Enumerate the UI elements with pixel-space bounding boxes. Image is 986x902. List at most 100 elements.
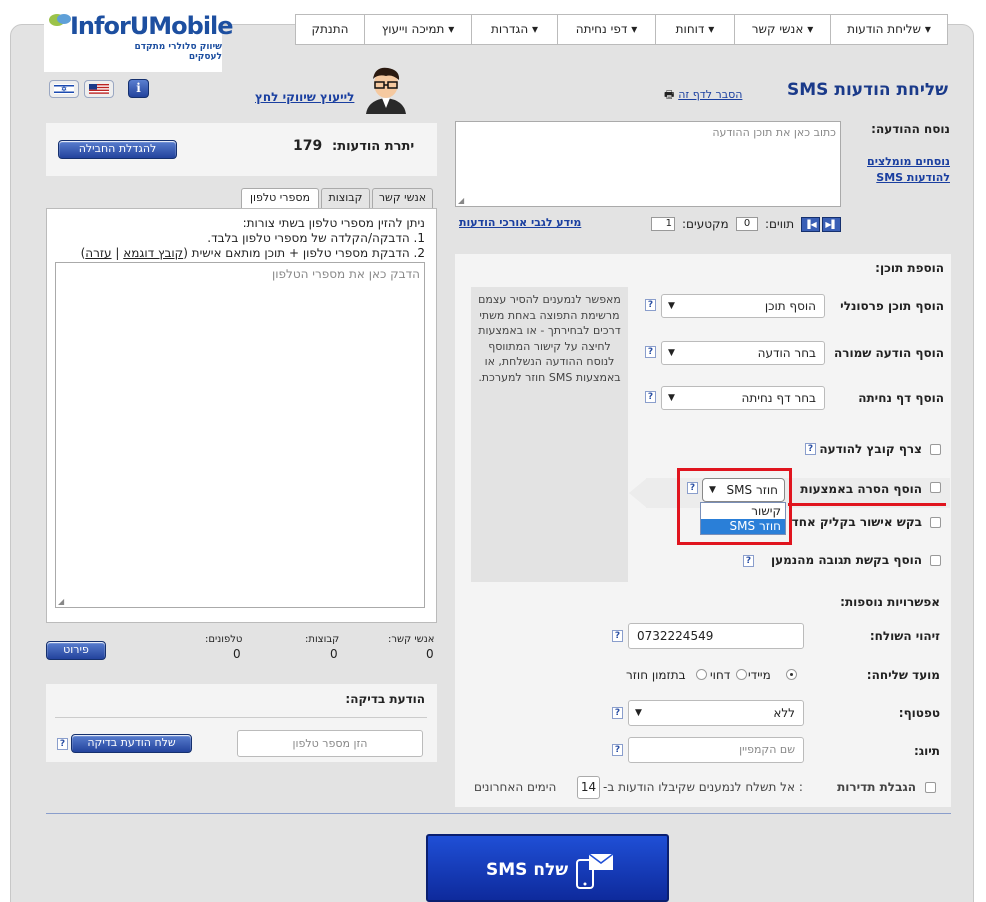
recipients-instructions: ניתן להזין מספרי טלפון בשתי צורות: (242, 216, 425, 230)
frequency-text-1: : אל תשלח לנמענים שקיבלו הודעות ב- (603, 780, 803, 794)
send-sms-label: שלח SMS (486, 860, 569, 880)
attach-file-checkbox[interactable] (930, 444, 941, 455)
message-label: נוסח ההודעה: (871, 122, 950, 136)
test-phone-input[interactable]: הזן מספר טלפון (237, 730, 423, 757)
attach-file-label: צרף קובץ להודעה (819, 442, 922, 456)
throttle-select[interactable]: ▼ ללא (628, 700, 804, 726)
logo[interactable]: InforUMobile שיווק סלולרי מתקדם לעסקים (44, 6, 234, 72)
nav-logout[interactable]: התנתק (295, 14, 365, 45)
frequency-checkbox[interactable] (925, 782, 936, 793)
logo-brand: InforUMobile (70, 12, 234, 40)
tab-phone-numbers[interactable]: מספרי טלפון (241, 188, 319, 209)
nav-settings[interactable]: ▾ הגדרות (471, 14, 558, 45)
help-icon[interactable]: ? (612, 630, 623, 642)
chevron-down-icon: ▼ (668, 393, 675, 403)
help-icon[interactable]: ? (57, 738, 68, 750)
printer-icon: 🖶 (664, 88, 675, 101)
help-icon[interactable]: ? (645, 346, 656, 358)
logo-bubble-icon (48, 12, 72, 30)
timing-label: מועד שליחה: (866, 668, 940, 682)
send-sms-button[interactable]: שלח SMS (426, 834, 669, 902)
flag-us-icon[interactable] (84, 80, 114, 98)
help-icon[interactable]: ? (805, 443, 816, 455)
nav-contacts[interactable]: ▾ אנשי קשר (734, 14, 831, 45)
select-value: ללא (773, 706, 795, 720)
tab-contacts[interactable]: אנשי קשר (372, 188, 433, 208)
timing-now-radio[interactable] (786, 669, 797, 680)
recommended-texts-link[interactable]: נוסחים מומלצים להודעות SMS (867, 154, 950, 186)
textarea-nav-last-icon[interactable]: ▐◀ (801, 217, 820, 232)
count-contacts-value: 0 (426, 647, 434, 661)
removal-label: הוסף הסרה באמצעות (800, 482, 922, 496)
saved-message-label: הוסף הודעה שמורה (834, 346, 944, 360)
segments-label: מקטעים: (682, 217, 729, 231)
tab-groups[interactable]: קבוצות (321, 188, 370, 208)
balance-value: 179 (293, 138, 323, 154)
message-textarea[interactable]: כתוב כאן את תוכן ההודעה ◢ (455, 121, 841, 207)
timing-delayed-radio[interactable] (736, 669, 747, 680)
segments-counter: 1 (651, 217, 675, 231)
frequency-label-bold: הגבלת תדירות (837, 780, 916, 794)
page-help-text: הסבר לדף זה (678, 88, 743, 101)
chars-counter: 0 (736, 217, 758, 231)
frequency-text-2: הימים האחרונים (474, 780, 557, 794)
sender-input[interactable]: 0732224549 (628, 623, 804, 649)
nav-reports[interactable]: ▾ דוחות (655, 14, 735, 45)
timing-return-radio[interactable] (696, 669, 707, 680)
option-2-text: 2. הדבקת מספרי טלפון + תוכן מותאם אישית … (183, 246, 425, 260)
nav-landing-pages[interactable]: ▾ דפי נחיתה (557, 14, 656, 45)
message-placeholder: כתוב כאן את תוכן ההודעה (712, 126, 836, 139)
tag-label: תיוג: (913, 744, 940, 758)
sender-value: 0732224549 (637, 629, 714, 643)
count-phones-value: 0 (233, 647, 241, 661)
consult-link[interactable]: לייעוץ שיווקי לחץ (255, 90, 354, 104)
recipients-option-2: 2. הדבקת מספרי טלפון + תוכן מותאם אישית … (81, 246, 425, 260)
chevron-down-icon: ▼ (635, 708, 642, 718)
sample-file-link[interactable]: קובץ דוגמא (123, 246, 183, 260)
confirm-label: בקש אישור בקליק אחד (791, 515, 922, 529)
textarea-nav-first-icon[interactable]: ▶▌ (822, 217, 841, 232)
recommended-link-line1: נוסחים מומלצים (867, 155, 950, 168)
help-icon[interactable]: ? (743, 555, 754, 567)
test-phone-placeholder: הזן מספר טלפון (292, 737, 368, 750)
timing-return-label: בתזמון חוזר (626, 668, 686, 682)
response-checkbox[interactable] (930, 555, 941, 566)
help-icon[interactable]: ? (612, 744, 623, 756)
frequency-days-input[interactable]: 14 (577, 776, 600, 799)
resize-handle-icon: ◢ (458, 196, 465, 205)
help-icon[interactable]: ? (645, 299, 656, 311)
phones-textarea[interactable]: הדבק כאן את מספרי הטלפון ◢ (55, 262, 425, 608)
count-phones-label: טלפונים: (205, 634, 243, 645)
landing-page-select[interactable]: ▼ בחר דף נחיתה (661, 386, 825, 410)
removal-checkbox[interactable] (930, 482, 941, 493)
saved-message-select[interactable]: ▼ בחר הודעה (661, 341, 825, 365)
sender-label: זיהוי השולח: (869, 629, 940, 643)
message-length-info-link[interactable]: מידע לגבי אורכי הודעות (459, 216, 581, 229)
flag-il-icon[interactable] (49, 80, 79, 98)
test-divider (55, 717, 427, 718)
landing-page-label: הוסף דף נחיתה (858, 391, 944, 405)
page-help-link[interactable]: 🖶 הסבר לדף זה (664, 86, 742, 105)
timing-now-label: מיידי (748, 668, 771, 682)
removal-info-text: מאפשר לנמענים להסיר עצמם מרשימת התפוצה ב… (478, 293, 621, 384)
tag-input[interactable]: שם הקמפיין (628, 737, 804, 763)
details-button[interactable]: פירוט (46, 641, 106, 660)
removal-highlight-underline (788, 503, 946, 506)
phones-placeholder: הדבק כאן את מספרי הטלפון (271, 267, 420, 281)
help-icon[interactable]: ? (612, 707, 623, 719)
nav-label: דוחות (675, 22, 705, 36)
timing-delayed-label: דחוי (710, 668, 731, 682)
send-test-button[interactable]: שלח הודעת בדיקה (71, 734, 192, 753)
nav-send-messages[interactable]: ▾ שליחת הודעות (830, 14, 948, 45)
help-link[interactable]: עזרה (85, 246, 111, 260)
upgrade-package-button[interactable]: להגדלת החבילה (58, 140, 177, 159)
removal-pointer-arrow (629, 478, 647, 508)
add-content-title: הוספת תוכן: (875, 261, 944, 275)
personal-content-select[interactable]: ▼ הוסף תוכן (661, 294, 825, 318)
send-sms-icon (573, 852, 615, 890)
help-icon[interactable]: ? (645, 391, 656, 403)
nav-support[interactable]: ▾ תמיכה וייעוץ (364, 14, 472, 45)
confirm-checkbox[interactable] (930, 517, 941, 528)
info-icon[interactable]: i (128, 79, 149, 98)
personal-content-label: הוסף תוכן פרסונלי (840, 299, 944, 313)
